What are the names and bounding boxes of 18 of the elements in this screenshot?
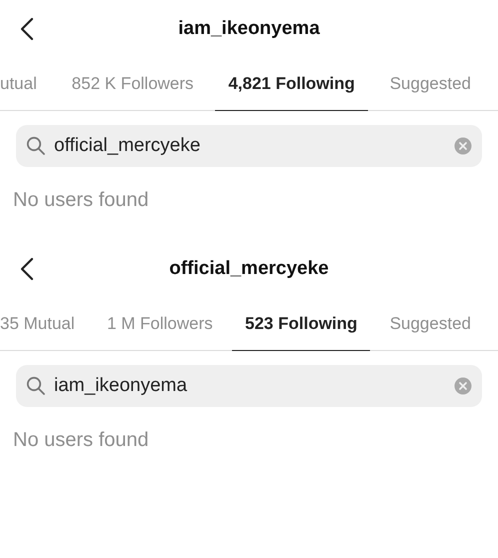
search-field[interactable]: official_mercyeke — [16, 125, 482, 167]
empty-message: No users found — [13, 189, 150, 212]
tab[interactable]: Suggested — [376, 58, 484, 111]
tab[interactable]: 852 K Followers — [58, 58, 207, 111]
tab[interactable]: 1 M Followers — [94, 298, 226, 351]
search-icon — [26, 376, 46, 396]
search-query: official_mercyeke — [54, 135, 202, 157]
empty-message: No users found — [13, 429, 150, 452]
tab[interactable]: 523 Following — [232, 298, 370, 351]
tab[interactable]: utual — [0, 58, 50, 111]
tab[interactable]: 4,821 Following — [215, 58, 368, 111]
tab[interactable]: Suggested — [376, 298, 484, 351]
tab[interactable]: 35 Mutual — [0, 298, 88, 351]
search-field[interactable]: iam_ikeonyema — [16, 365, 482, 407]
search-query: iam_ikeonyema — [54, 375, 188, 397]
search-icon — [26, 136, 46, 156]
profile-username: official_mercyeke — [169, 258, 329, 279]
profile-username: iam_ikeonyema — [178, 18, 320, 39]
